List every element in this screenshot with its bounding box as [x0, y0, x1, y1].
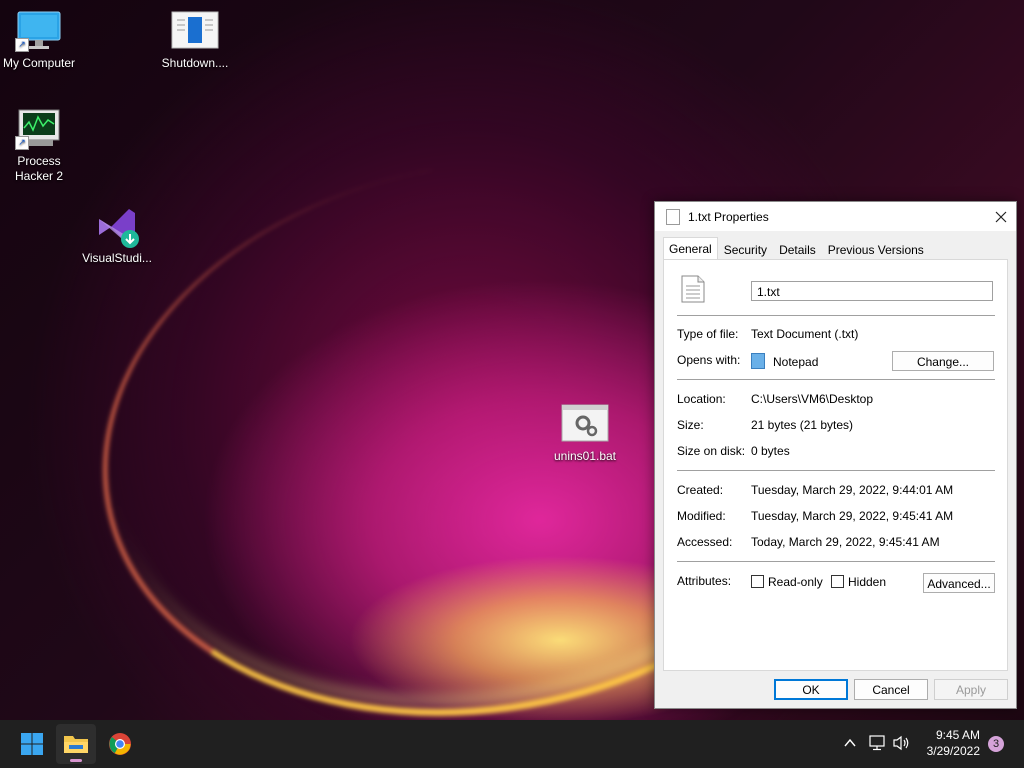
file-explorer-button[interactable]	[56, 724, 96, 764]
start-button[interactable]	[12, 724, 52, 764]
tab-previous-versions[interactable]: Previous Versions	[822, 239, 930, 261]
windows-logo-icon	[21, 733, 43, 755]
desktop-icon-label: My Computer	[2, 56, 76, 70]
clock[interactable]: 9:45 AM 3/29/2022	[918, 728, 980, 758]
change-button[interactable]: Change...	[892, 351, 994, 371]
shortcut-arrow-icon: ↗	[15, 38, 29, 52]
network-button[interactable]	[869, 735, 887, 754]
desktop-icon-process-hacker[interactable]: ↗ Process Hacker 2	[0, 108, 81, 184]
show-hidden-icons-button[interactable]	[843, 736, 857, 753]
file-name-input[interactable]: 1.txt	[751, 281, 993, 301]
opens-with-app: Notepad	[773, 355, 819, 369]
dialog-title: 1.txt Properties	[688, 209, 769, 224]
hidden-label: Hidden	[848, 575, 887, 589]
chrome-button[interactable]	[100, 724, 140, 764]
hidden-checkbox[interactable]	[831, 575, 844, 588]
attributes-label: Attributes:	[677, 574, 732, 588]
separator	[677, 315, 995, 316]
clock-date: 3/29/2022	[926, 744, 980, 758]
location-label: Location:	[677, 392, 726, 406]
type-of-file-value: Text Document (.txt)	[751, 327, 859, 341]
separator	[677, 561, 995, 562]
desktop-icon-unins01-bat[interactable]: unins01.bat	[543, 403, 627, 464]
monitor-icon: ↗	[15, 10, 63, 52]
close-button[interactable]	[986, 202, 1016, 231]
tab-details[interactable]: Details	[773, 239, 822, 261]
type-of-file-label: Type of file:	[677, 327, 739, 341]
created-value: Tuesday, March 29, 2022, 9:44:01 AM	[751, 483, 954, 497]
shortcut-arrow-icon: ↗	[15, 136, 29, 150]
desktop-icon-label: VisualStudi...	[82, 251, 152, 265]
modified-value: Tuesday, March 29, 2022, 9:45:41 AM	[751, 509, 954, 523]
notepad-icon	[751, 353, 765, 369]
desktop-icon-my-computer[interactable]: ↗ My Computer	[0, 10, 81, 71]
desktop-icon-label: Shutdown....	[161, 56, 229, 70]
readonly-checkbox-row[interactable]: Read-only	[751, 575, 823, 589]
speaker-icon	[893, 735, 909, 751]
apply-button[interactable]: Apply	[934, 679, 1008, 700]
tab-general[interactable]: General	[663, 237, 718, 261]
desktop-icon-visualstudio[interactable]: VisualStudi...	[75, 205, 159, 266]
opens-with-value: Notepad	[751, 353, 818, 369]
process-monitor-icon: ↗	[15, 108, 63, 150]
visual-studio-icon	[93, 205, 141, 248]
volume-button[interactable]	[892, 735, 910, 754]
modified-label: Modified:	[677, 509, 726, 523]
size-label: Size:	[677, 418, 704, 432]
accessed-value: Today, March 29, 2022, 9:45:41 AM	[751, 535, 940, 549]
size-value: 21 bytes (21 bytes)	[751, 418, 854, 432]
advanced-button[interactable]: Advanced...	[923, 573, 995, 593]
properties-dialog: 1.txt Properties General Security Detail…	[654, 201, 1017, 709]
general-panel: 1.txt Type of file: Text Document (.txt)…	[663, 259, 1008, 671]
desktop-icon-label: Process Hacker 2	[14, 154, 64, 183]
size-on-disk-value: 0 bytes	[751, 444, 790, 458]
desktop-icon-shutdown[interactable]: Shutdown....	[153, 10, 237, 71]
tab-security[interactable]: Security	[718, 239, 773, 261]
dialog-titlebar[interactable]: 1.txt Properties	[655, 202, 1016, 231]
size-on-disk-label: Size on disk:	[677, 444, 746, 458]
taskbar: 9:45 AM 3/29/2022 3	[0, 720, 1024, 768]
close-icon	[995, 211, 1007, 222]
text-file-icon	[666, 208, 680, 225]
network-icon	[869, 735, 885, 751]
hidden-checkbox-row[interactable]: Hidden	[831, 575, 886, 589]
accessed-label: Accessed:	[677, 535, 733, 549]
file-type-icon	[681, 275, 705, 306]
active-indicator	[70, 759, 82, 762]
chrome-icon	[109, 733, 131, 755]
folder-icon	[64, 736, 88, 753]
batch-file-icon	[561, 403, 609, 445]
ok-button[interactable]: OK	[774, 679, 848, 700]
cancel-button[interactable]: Cancel	[854, 679, 928, 700]
opens-with-label: Opens with:	[677, 353, 741, 367]
tab-strip: General Security Details Previous Versio…	[663, 237, 930, 261]
created-label: Created:	[677, 483, 724, 497]
separator	[677, 379, 995, 380]
location-value: C:\Users\VM6\Desktop	[751, 392, 874, 406]
chevron-up-icon	[844, 738, 856, 747]
notification-badge[interactable]: 3	[988, 736, 1004, 752]
separator	[677, 470, 995, 471]
readonly-checkbox[interactable]	[751, 575, 764, 588]
readonly-label: Read-only	[768, 575, 823, 589]
document-icon	[171, 10, 219, 52]
desktop-icon-label: unins01.bat	[553, 449, 617, 463]
clock-time: 9:45 AM	[935, 728, 980, 742]
